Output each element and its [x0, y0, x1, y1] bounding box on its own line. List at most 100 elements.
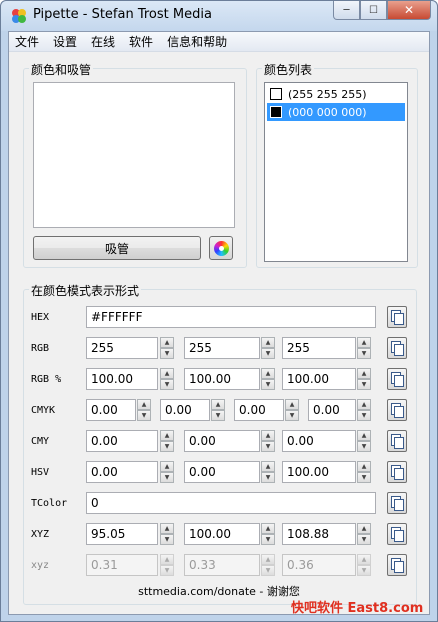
cmy-c-spinner[interactable]: ▲ ▼	[160, 430, 174, 452]
spin-down-icon[interactable]: ▼	[160, 348, 174, 359]
spin-down-icon[interactable]: ▼	[357, 379, 371, 390]
spin-up-icon[interactable]: ▲	[285, 399, 299, 410]
spin-down-icon[interactable]: ▼	[261, 348, 275, 359]
cmyk-y-spinner[interactable]: ▲ ▼	[285, 399, 299, 421]
hsv-v-spinner[interactable]: ▲ ▼	[357, 461, 371, 483]
spin-up-icon[interactable]: ▲	[357, 430, 371, 441]
hsv-s-field[interactable]: 0.00	[184, 461, 260, 483]
spin-up-icon[interactable]: ▲	[160, 337, 174, 348]
xyz-x-spinner[interactable]: ▲ ▼	[160, 523, 174, 545]
spin-down-icon[interactable]: ▼	[261, 379, 275, 390]
copy-rgb-percent-button[interactable]	[387, 368, 407, 390]
spin-down-icon[interactable]: ▼	[285, 410, 299, 421]
cmyk-m-field[interactable]: 0.00	[160, 399, 210, 421]
rgb-pct-b-field[interactable]: 100.00	[282, 368, 356, 390]
cmyk-c-field[interactable]: 0.00	[86, 399, 136, 421]
spin-down-icon[interactable]: ▼	[357, 410, 371, 421]
spin-down-icon[interactable]: ▼	[160, 441, 174, 452]
spin-down-icon[interactable]: ▼	[357, 534, 371, 545]
spin-up-icon[interactable]: ▲	[261, 337, 275, 348]
cmyk-k-field[interactable]: 0.00	[308, 399, 356, 421]
menu-online[interactable]: 在线	[91, 33, 115, 50]
spin-down-icon[interactable]: ▼	[160, 534, 174, 545]
spin-down-icon[interactable]: ▼	[261, 534, 275, 545]
hsv-v-field[interactable]: 100.00	[282, 461, 356, 483]
hsv-h-field[interactable]: 0.00	[86, 461, 158, 483]
cmy-y-spinner[interactable]: ▲ ▼	[357, 430, 371, 452]
copy-rgb-button[interactable]	[387, 337, 407, 359]
rgb-g-spinner[interactable]: ▲ ▼	[261, 337, 275, 359]
color-list-item[interactable]: (255 255 255)	[267, 85, 405, 103]
spin-up-icon[interactable]: ▲	[357, 523, 371, 534]
menu-settings[interactable]: 设置	[53, 33, 77, 50]
copy-cmyk-button[interactable]	[387, 399, 407, 421]
copy-tcolor-button[interactable]	[387, 492, 407, 514]
spin-down-icon[interactable]: ▼	[357, 472, 371, 483]
xyz-x-field[interactable]: 95.05	[86, 523, 158, 545]
maximize-button[interactable]: ☐	[360, 1, 387, 20]
hsv-h-spinner[interactable]: ▲ ▼	[160, 461, 174, 483]
spin-down-icon[interactable]: ▼	[261, 472, 275, 483]
spin-up-icon[interactable]: ▲	[261, 461, 275, 472]
rgb-g-field[interactable]: 255	[184, 337, 260, 359]
copy-xyz-small-button[interactable]	[387, 554, 407, 576]
spin-down-icon[interactable]: ▼	[137, 410, 151, 421]
copy-hsv-button[interactable]	[387, 461, 407, 483]
spin-down-icon[interactable]: ▼	[160, 379, 174, 390]
spin-down-icon[interactable]: ▼	[211, 410, 225, 421]
pick-button[interactable]: 吸管	[33, 236, 201, 260]
spin-up-icon[interactable]: ▲	[261, 368, 275, 379]
close-button[interactable]: ✕	[387, 1, 431, 20]
cmyk-y-field[interactable]: 0.00	[234, 399, 284, 421]
color-list-item-selected[interactable]: (000 000 000)	[267, 103, 405, 121]
xyz-z-spinner[interactable]: ▲ ▼	[357, 523, 371, 545]
tcolor-field[interactable]: 0	[86, 492, 376, 514]
spin-up-icon[interactable]: ▲	[357, 368, 371, 379]
rgb-r-spinner[interactable]: ▲ ▼	[160, 337, 174, 359]
spin-up-icon[interactable]: ▲	[160, 430, 174, 441]
hsv-s-spinner[interactable]: ▲ ▼	[261, 461, 275, 483]
cmy-c-field[interactable]: 0.00	[86, 430, 158, 452]
menu-file[interactable]: 文件	[15, 33, 39, 50]
cmyk-m-spinner[interactable]: ▲ ▼	[211, 399, 225, 421]
spin-up-icon[interactable]: ▲	[357, 399, 371, 410]
cmy-m-spinner[interactable]: ▲ ▼	[261, 430, 275, 452]
menu-help[interactable]: 信息和帮助	[167, 33, 227, 50]
xyz-y-spinner[interactable]: ▲ ▼	[261, 523, 275, 545]
xyz-z-field[interactable]: 108.88	[282, 523, 356, 545]
spin-up-icon[interactable]: ▲	[261, 430, 275, 441]
copy-xyz-button[interactable]	[387, 523, 407, 545]
spin-down-icon[interactable]: ▼	[357, 441, 371, 452]
rgb-b-spinner[interactable]: ▲ ▼	[357, 337, 371, 359]
rgb-b-field[interactable]: 255	[282, 337, 356, 359]
spin-up-icon[interactable]: ▲	[160, 368, 174, 379]
cmyk-k-spinner[interactable]: ▲ ▼	[357, 399, 371, 421]
rgb-r-field[interactable]: 255	[86, 337, 158, 359]
color-list[interactable]: (255 255 255) (000 000 000)	[264, 82, 408, 262]
spin-up-icon[interactable]: ▲	[160, 523, 174, 534]
hex-field[interactable]: #FFFFFF	[86, 306, 376, 328]
spin-down-icon[interactable]: ▼	[357, 348, 371, 359]
spin-up-icon[interactable]: ▲	[137, 399, 151, 410]
spin-down-icon[interactable]: ▼	[261, 441, 275, 452]
rgb-pct-g-field[interactable]: 100.00	[184, 368, 260, 390]
cmy-y-field[interactable]: 0.00	[282, 430, 356, 452]
copy-hex-button[interactable]	[387, 306, 407, 328]
spin-up-icon[interactable]: ▲	[261, 523, 275, 534]
cmyk-c-spinner[interactable]: ▲ ▼	[137, 399, 151, 421]
spin-up-icon[interactable]: ▲	[357, 337, 371, 348]
minimize-button[interactable]: ─	[333, 1, 360, 20]
color-wheel-button[interactable]	[209, 236, 233, 260]
rgb-pct-b-spinner[interactable]: ▲ ▼	[357, 368, 371, 390]
copy-cmy-button[interactable]	[387, 430, 407, 452]
cmy-m-field[interactable]: 0.00	[184, 430, 260, 452]
menu-software[interactable]: 软件	[129, 33, 153, 50]
spin-up-icon[interactable]: ▲	[211, 399, 225, 410]
spin-down-icon[interactable]: ▼	[160, 472, 174, 483]
rgb-pct-g-spinner[interactable]: ▲ ▼	[261, 368, 275, 390]
rgb-pct-r-field[interactable]: 100.00	[86, 368, 158, 390]
spin-up-icon[interactable]: ▲	[160, 461, 174, 472]
xyz-y-field[interactable]: 100.00	[184, 523, 260, 545]
rgb-pct-r-spinner[interactable]: ▲ ▼	[160, 368, 174, 390]
title-bar[interactable]: Pipette - Stefan Trost Media ─ ☐ ✕	[1, 1, 437, 31]
